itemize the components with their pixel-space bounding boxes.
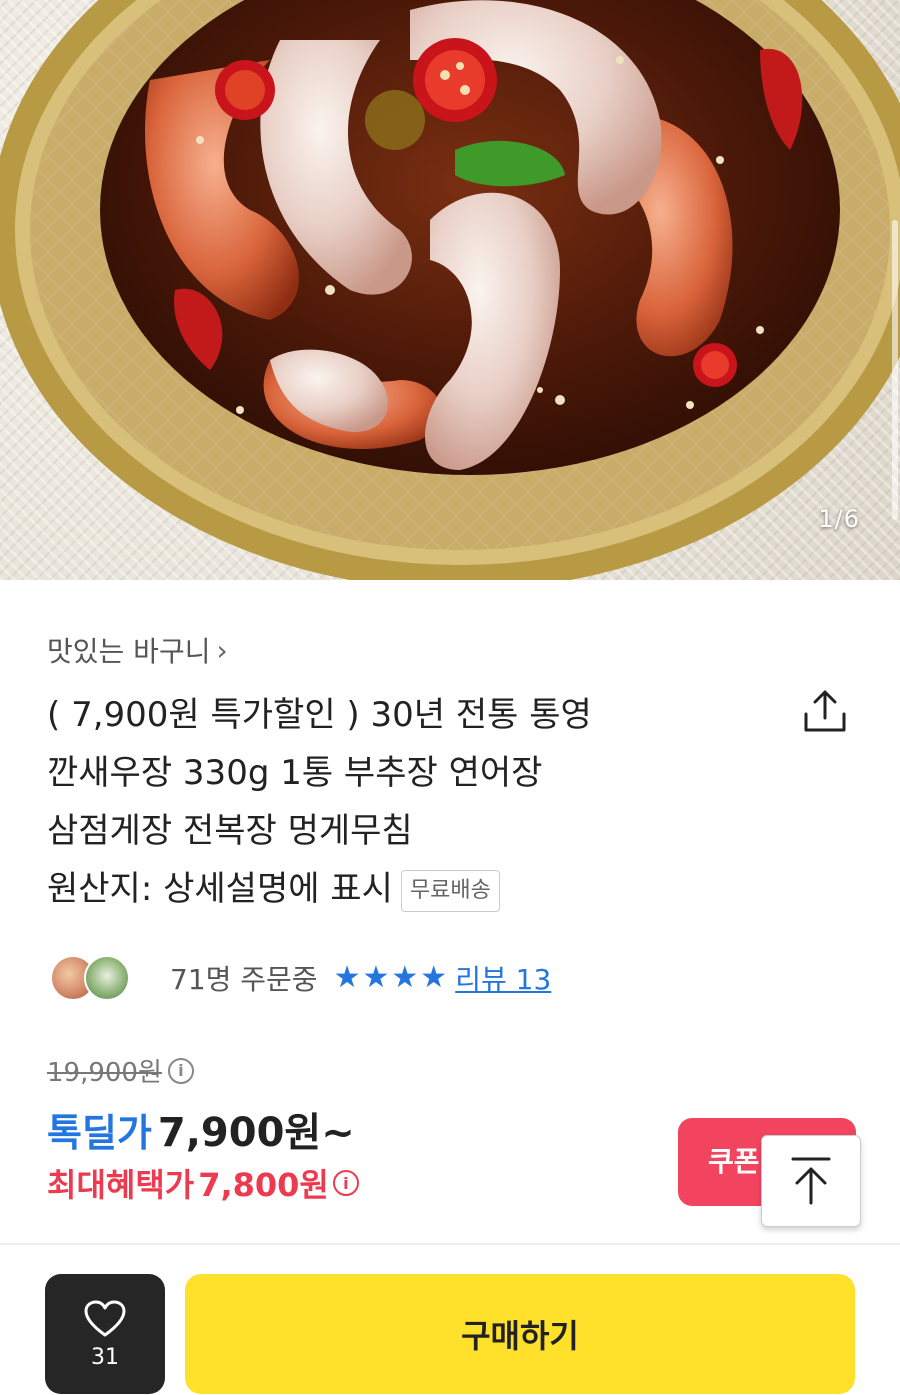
- scrollbar[interactable]: [892, 220, 898, 520]
- buy-button[interactable]: 구매하기: [185, 1274, 855, 1394]
- share-button[interactable]: [800, 686, 850, 736]
- max-benefit-label: 최대혜택가: [47, 1166, 195, 1204]
- info-icon[interactable]: i: [332, 1170, 359, 1196]
- product-title-line: 원산지: 상세설명에 표시 무료배송: [47, 860, 747, 918]
- like-button[interactable]: 31: [45, 1274, 165, 1394]
- max-benefit-price: 최대혜택가 7,800원 i: [47, 1160, 359, 1206]
- image-counter: 1/6: [818, 505, 860, 533]
- star-icon: ★: [420, 960, 448, 995]
- original-price: 19,900원 i: [47, 1052, 194, 1089]
- product-title: ( 7,900원 특가할인 ) 30년 전통 통영 깐새우장 330g 1통 부…: [47, 686, 747, 918]
- deal-price: 톡딜가 7,900원~: [47, 1100, 355, 1158]
- order-stats: 71명 주문중 ★ ★ ★ ★ 리뷰 13: [50, 950, 551, 1006]
- product-title-line: ( 7,900원 특가할인 ) 30년 전통 통영: [47, 695, 592, 735]
- free-shipping-badge: 무료배송: [400, 869, 500, 912]
- original-price-value: 19,900원: [47, 1058, 162, 1088]
- star-icon: ★: [391, 960, 419, 995]
- avatar: [84, 955, 130, 1001]
- product-origin: 원산지: 상세설명에 표시: [47, 869, 393, 909]
- buy-button-label: 구매하기: [461, 1317, 579, 1355]
- scroll-top-button[interactable]: [761, 1135, 861, 1227]
- order-count: 71명 주문중: [170, 963, 318, 996]
- share-icon: [804, 690, 846, 732]
- info-icon[interactable]: i: [167, 1057, 194, 1084]
- star-icon: ★: [333, 960, 361, 995]
- product-title-line: 깐새우장 330g 1통 부추장 연어장: [47, 753, 543, 793]
- divider: [0, 1243, 900, 1245]
- product-image[interactable]: 1/6: [0, 0, 900, 580]
- seller-name: 맛있는 바구니: [47, 635, 211, 668]
- product-title-line: 삼점게장 전복장 멍게무침: [47, 811, 413, 851]
- coupon-label: 쿠폰: [708, 1145, 760, 1178]
- seller-link[interactable]: 맛있는 바구니 ›: [47, 630, 228, 670]
- review-link[interactable]: 리뷰 13: [455, 958, 551, 998]
- deal-price-value: 7,900원~: [157, 1110, 355, 1156]
- chevron-right-icon: ›: [216, 633, 228, 667]
- scroll-top-icon: [791, 1157, 831, 1205]
- shrimp-bowl-illustration: [0, 0, 900, 580]
- star-icon: ★: [362, 960, 390, 995]
- like-count: 31: [91, 1344, 119, 1370]
- max-benefit-value: 7,800원: [198, 1166, 329, 1204]
- rating-stars: ★ ★ ★ ★: [334, 963, 448, 993]
- deal-price-label: 톡딜가: [47, 1111, 152, 1155]
- buyer-avatars: [50, 953, 134, 1003]
- heart-icon: [84, 1300, 126, 1336]
